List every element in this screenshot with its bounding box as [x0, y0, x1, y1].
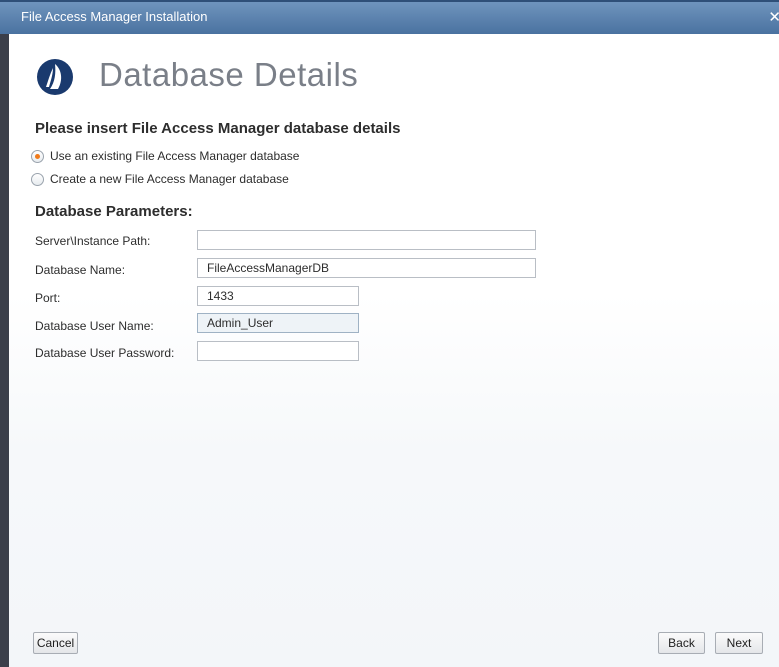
- password-input[interactable]: [197, 341, 359, 361]
- database-name-input[interactable]: FileAccessManagerDB: [197, 258, 536, 278]
- instructions-heading: Please insert File Access Manager databa…: [35, 120, 401, 137]
- cancel-button[interactable]: Cancel: [33, 632, 78, 654]
- next-button[interactable]: Next: [715, 632, 763, 654]
- option-new-database[interactable]: Create a new File Access Manager databas…: [31, 171, 289, 187]
- port-input[interactable]: 1433: [197, 286, 359, 306]
- option-existing-label: Use an existing File Access Manager data…: [50, 149, 300, 163]
- option-existing-database[interactable]: Use an existing File Access Manager data…: [31, 148, 299, 164]
- back-button[interactable]: Back: [658, 632, 705, 654]
- content-panel: Database Details Please insert File Acce…: [9, 34, 779, 667]
- sail-logo-icon: [37, 59, 73, 95]
- password-label: Database User Password:: [35, 346, 175, 360]
- server-path-label: Server\Instance Path:: [35, 234, 151, 248]
- installer-window: File Access Manager Installation ✕ Datab…: [0, 0, 779, 667]
- parameters-heading: Database Parameters:: [35, 203, 193, 220]
- window-frame-left: [0, 34, 9, 667]
- radio-new-database[interactable]: [31, 172, 44, 186]
- radio-existing-database[interactable]: [31, 149, 44, 163]
- user-name-input[interactable]: Admin_User: [197, 313, 359, 333]
- window-title: File Access Manager Installation: [21, 9, 208, 24]
- option-new-label: Create a new File Access Manager databas…: [50, 172, 289, 186]
- user-name-label: Database User Name:: [35, 319, 154, 333]
- close-icon[interactable]: ✕: [768, 8, 779, 26]
- database-name-label: Database Name:: [35, 263, 126, 277]
- server-path-input[interactable]: [197, 230, 536, 250]
- port-label: Port:: [35, 291, 61, 305]
- page-title: Database Details: [99, 56, 359, 93]
- title-bar[interactable]: File Access Manager Installation ✕: [0, 0, 779, 34]
